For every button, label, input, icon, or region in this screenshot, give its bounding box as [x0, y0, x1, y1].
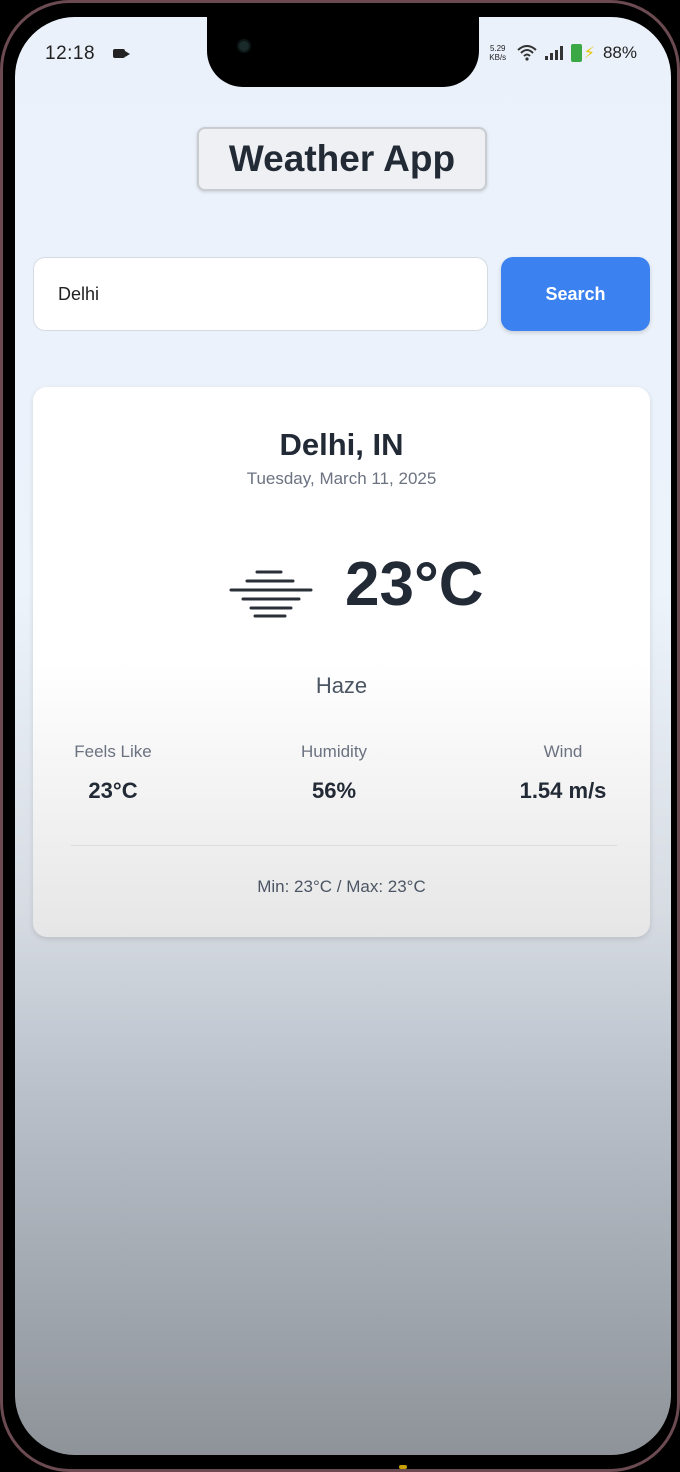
charging-bolt-icon: ⚡	[583, 45, 595, 62]
humidity-value: 56%	[311, 778, 357, 803]
min-max-text: Min: 23°C / Max: 23°C	[257, 877, 426, 896]
battery-percent: 88%	[602, 43, 637, 62]
search-input[interactable]	[33, 257, 488, 331]
signal-icon	[544, 46, 563, 60]
weather-card: Delhi, IN Tuesday, March 11, 2025 23°C H…	[33, 387, 650, 937]
feels-like-value: 23°C	[88, 778, 138, 803]
front-camera-icon	[237, 39, 251, 53]
wifi-icon	[517, 45, 537, 61]
date-text: Tuesday, March 11, 2025	[246, 469, 437, 488]
wind-label: Wind	[543, 742, 583, 761]
humidity-label: Humidity	[300, 742, 368, 761]
status-time: 12:18	[45, 43, 96, 64]
status-indicators: 5.29 KB/s ⚡ 88%	[487, 41, 637, 65]
video-camera-icon	[113, 49, 130, 58]
app-title-box: Weather App	[197, 127, 487, 191]
notch	[207, 17, 479, 87]
temperature: 23°C	[345, 550, 484, 619]
screen: 12:18 5.29 KB/s ⚡ 88% Weather App Delhi …	[15, 17, 671, 1455]
search-button[interactable]: Search	[501, 257, 650, 331]
feels-like-stat: Feels Like 23°C	[33, 742, 193, 804]
page-title: Weather App	[228, 138, 456, 179]
network-speed: 5.29 KB/s	[489, 44, 507, 62]
condition-text: Haze	[315, 673, 368, 698]
feels-like-label: Feels Like	[74, 742, 152, 761]
phone-frame: 12:18 5.29 KB/s ⚡ 88% Weather App Delhi …	[0, 0, 680, 1472]
divider	[71, 845, 617, 846]
status-bar: 12:18 5.29 KB/s ⚡ 88%	[15, 17, 671, 87]
battery-icon	[570, 44, 582, 62]
city-name: Delhi, IN	[279, 427, 404, 462]
haze-icon	[229, 570, 313, 618]
humidity-stat: Humidity 56%	[254, 742, 414, 804]
wind-stat: Wind 1.54 m/s	[483, 742, 643, 804]
home-indicator	[399, 1465, 407, 1469]
wind-value: 1.54 m/s	[519, 778, 607, 803]
